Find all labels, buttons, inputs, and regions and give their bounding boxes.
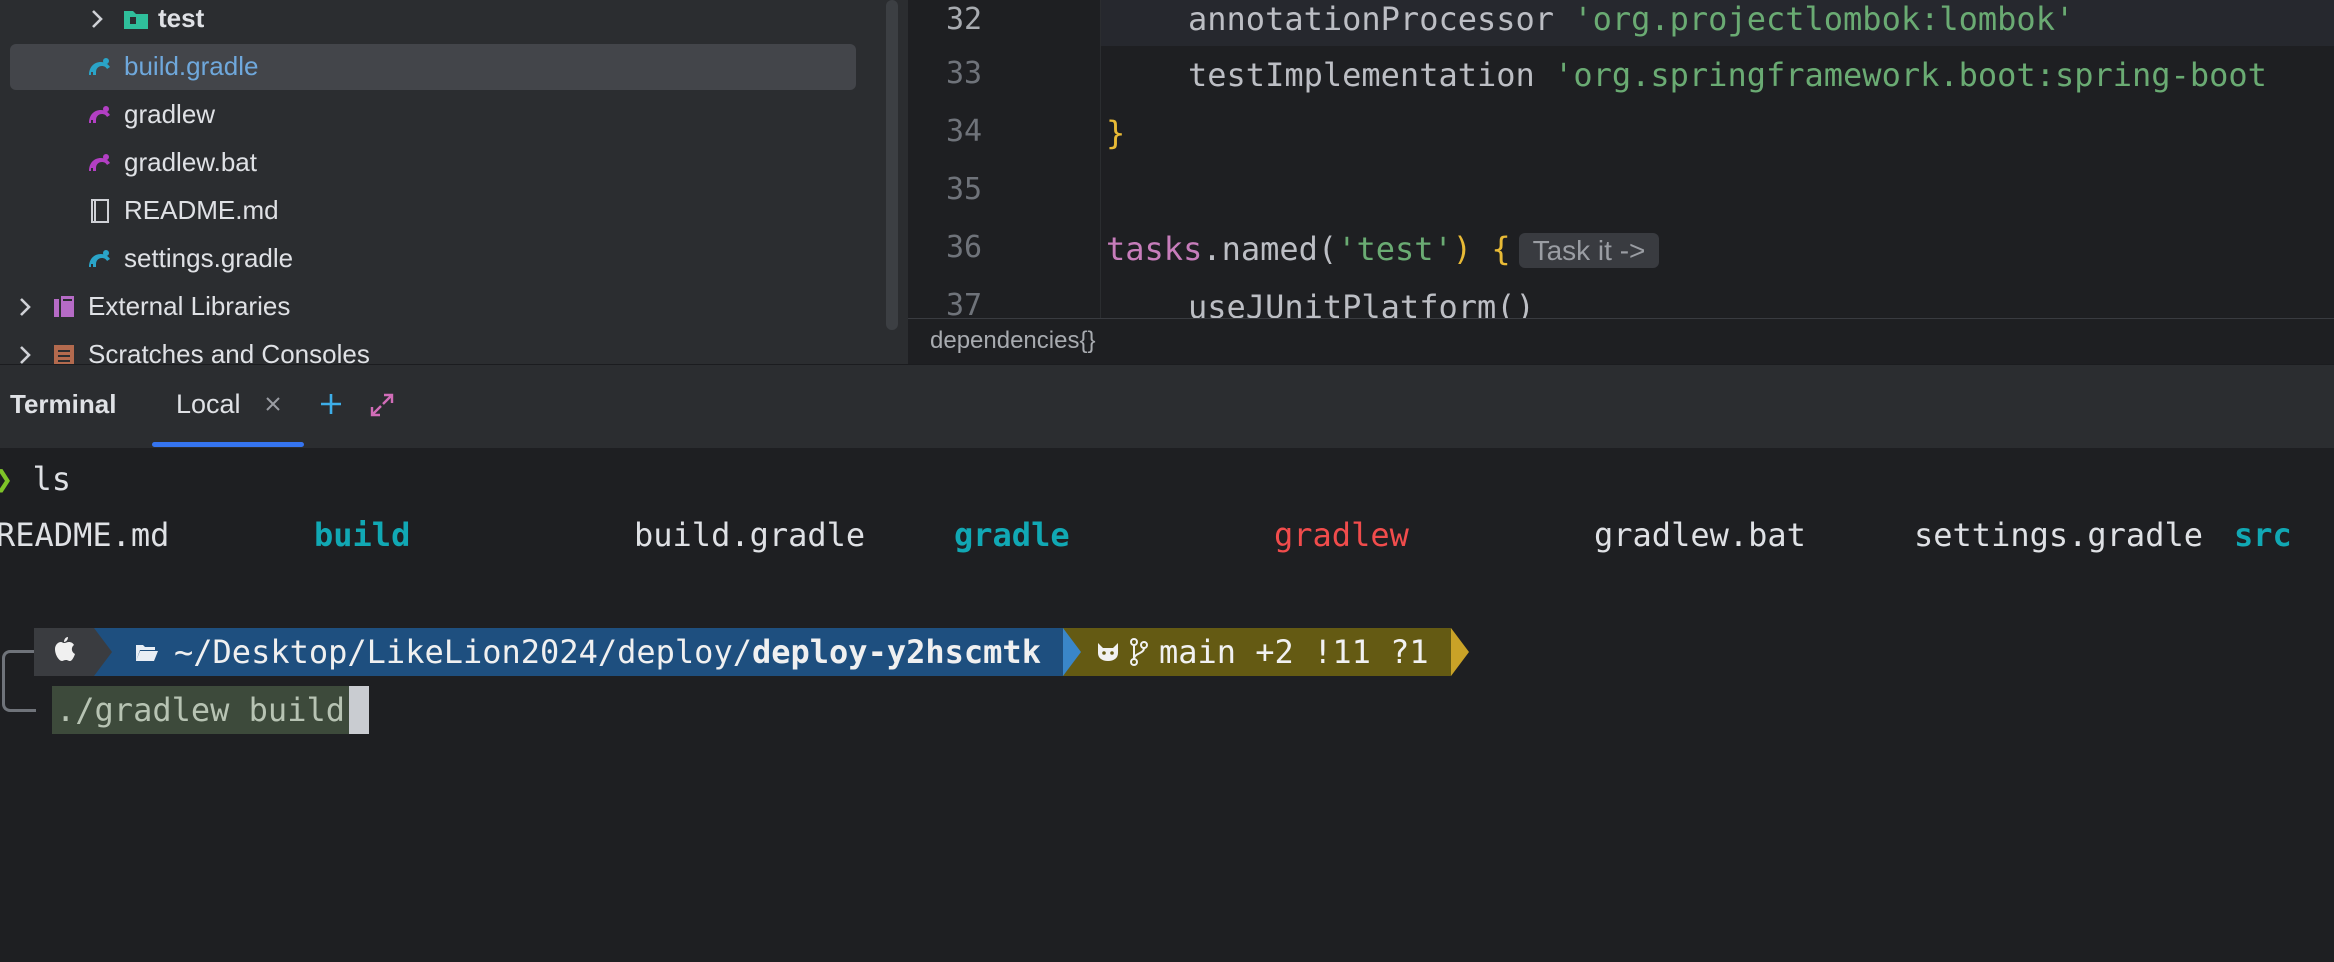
ls-entry: gradlew — [1274, 516, 1409, 554]
gradle-wrapper-icon — [86, 101, 114, 129]
tab-label: Local — [176, 389, 241, 419]
tree-item-label: build.gradle — [124, 51, 259, 81]
ls-command-line: ❯ ls — [0, 460, 71, 498]
project-tree: test build.gradle gradlew gradlew.bat RE… — [0, 0, 908, 364]
ls-entry: gradlew.bat — [1594, 516, 1806, 554]
segment-separator — [1450, 628, 1469, 676]
code-editor[interactable]: 32 33 34 35 36 37 annotationProcessor 'o… — [908, 0, 2334, 318]
line-number: 32 — [946, 2, 983, 37]
code-line-33: testImplementation 'org.springframework.… — [1188, 56, 2267, 94]
folder-icon — [122, 5, 150, 33]
gradle-icon — [86, 245, 114, 273]
editor-breadcrumb[interactable]: dependencies{} — [908, 318, 2334, 364]
tree-item-label: External Libraries — [88, 291, 291, 321]
line-number: 36 — [946, 230, 983, 265]
chevron-right-icon[interactable] — [86, 8, 108, 30]
tree-item-test[interactable]: test — [0, 0, 908, 42]
ls-entry: README.md — [0, 516, 170, 554]
ls-entry: settings.gradle — [1914, 516, 2203, 554]
code-line-36: tasks.named('test') {Task it -> — [1106, 230, 1660, 268]
path-prefix: ~/Desktop/LikeLion2024/deploy/ — [174, 633, 752, 671]
git-segment: main +2 !11 ?1 — [1080, 628, 1451, 676]
tree-item-build-gradle[interactable]: build.gradle — [10, 44, 856, 90]
path-segment: ~/Desktop/LikeLion2024/deploy/deploy-y2h… — [112, 628, 1063, 676]
prompt-connector — [2, 650, 36, 712]
tree-item-label: test — [158, 3, 205, 33]
terminal-output[interactable]: ❯ ls README.md build build.gradle gradle… — [0, 448, 2334, 962]
tree-item-label: Scratches and Consoles — [88, 339, 370, 364]
line-number: 34 — [946, 114, 983, 149]
breadcrumb-item[interactable]: dependencies{} — [930, 327, 1096, 355]
tree-item-scratches[interactable]: Scratches and Consoles — [0, 332, 908, 364]
text-cursor — [348, 686, 369, 734]
line-number-gutter: 32 33 34 35 36 37 — [908, 0, 1101, 318]
folder-open-icon — [134, 641, 160, 663]
ls-entry: src — [2234, 516, 2292, 554]
gradle-icon — [86, 53, 114, 81]
segment-separator — [94, 628, 112, 676]
maximize-icon[interactable] — [368, 391, 396, 419]
tree-item-gradlew[interactable]: gradlew — [0, 92, 908, 138]
terminal-toolbar: Terminal Local — [0, 364, 2334, 448]
tree-item-settings-gradle[interactable]: settings.gradle — [0, 236, 908, 282]
close-icon[interactable] — [262, 393, 284, 415]
tree-item-label: gradlew.bat — [124, 147, 257, 177]
command-text[interactable]: ./gradlew build — [52, 686, 349, 734]
prompt-chevron-icon: ❯ — [0, 460, 13, 498]
tree-item-readme[interactable]: README.md — [0, 188, 908, 234]
active-tab-indicator — [152, 442, 304, 447]
line-number: 35 — [946, 172, 983, 207]
path-current: deploy-y2hscmtk — [751, 633, 1041, 671]
line-number: 37 — [946, 288, 983, 318]
markdown-file-icon — [86, 197, 114, 225]
tab-local[interactable]: Local — [152, 365, 304, 449]
line-number: 33 — [946, 56, 983, 91]
apple-icon — [52, 633, 76, 671]
scratches-icon — [50, 341, 78, 364]
chevron-right-icon[interactable] — [14, 344, 36, 364]
tree-item-external-libraries[interactable]: External Libraries — [0, 284, 908, 330]
os-segment — [34, 628, 94, 676]
tree-item-label: README.md — [124, 195, 279, 225]
segment-separator — [1062, 628, 1081, 676]
command-input[interactable]: ./gradlew build — [52, 686, 369, 734]
tree-item-label: gradlew — [124, 99, 216, 129]
terminal-title: Terminal — [10, 389, 117, 419]
github-cat-icon — [1095, 641, 1121, 663]
powerline-prompt: ~/Desktop/LikeLion2024/deploy/deploy-y2h… — [34, 628, 1469, 676]
tree-item-gradlew-bat[interactable]: gradlew.bat — [0, 140, 908, 186]
gradle-wrapper-icon — [86, 149, 114, 177]
git-status: main +2 !11 ?1 — [1158, 633, 1429, 671]
tree-scrollbar[interactable] — [886, 0, 898, 330]
library-icon — [50, 293, 78, 321]
ls-entry: gradle — [954, 516, 1070, 554]
chevron-right-icon[interactable] — [14, 296, 36, 318]
new-tab-button[interactable] — [318, 391, 344, 417]
git-branch-icon — [1129, 637, 1149, 667]
code-line-32: annotationProcessor 'org.projectlombok:l… — [1188, 0, 2075, 38]
ls-entry: build.gradle — [634, 516, 866, 554]
inlay-hint[interactable]: Task it -> — [1518, 233, 1660, 268]
code-line-37: useJUnitPlatform() — [1188, 288, 1535, 318]
code-line-34: } — [1106, 114, 1126, 152]
tree-item-label: settings.gradle — [124, 243, 294, 273]
ls-entry: build — [314, 516, 411, 554]
